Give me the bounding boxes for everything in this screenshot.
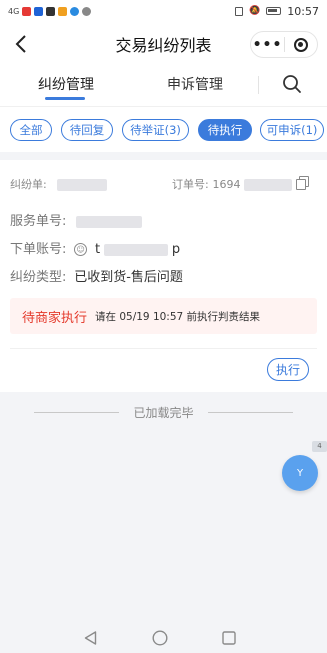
service-number-row: 服务单号:: [10, 210, 143, 229]
circle-home-icon: [152, 630, 168, 646]
target-icon: [293, 37, 308, 52]
system-recents-button[interactable]: [222, 630, 236, 649]
dispute-number-masked: [56, 178, 107, 191]
dispute-type-value: 已收到货-售后问题: [74, 270, 183, 285]
order-number-row: 订单号: 1694: [172, 176, 293, 192]
dispute-number-row: 纠纷单:: [10, 176, 107, 192]
filter-chip-pending-evidence[interactable]: 待举证(3): [122, 119, 189, 141]
system-back-button[interactable]: [84, 630, 97, 649]
more-button[interactable]: •••: [251, 37, 284, 53]
status-left-icons: 4G: [8, 6, 92, 16]
tab-bar: 纠纷管理 申诉管理: [0, 66, 327, 106]
app-notification-icon: [22, 6, 32, 16]
divider-line: [207, 411, 293, 413]
system-navigation-bar: [0, 620, 327, 653]
list-end-text: 已加载完毕: [133, 405, 194, 420]
execution-deadline-alert: 待商家执行 请在 05/19 10:57 前执行判责结果: [10, 298, 317, 334]
filter-chip-all[interactable]: 全部: [10, 119, 52, 141]
copy-icon[interactable]: [296, 176, 309, 190]
tab-dispute-management[interactable]: 纠纷管理: [38, 74, 94, 94]
search-button[interactable]: [282, 74, 302, 94]
divider-line: [34, 411, 120, 413]
filter-chip-pending-reply[interactable]: 待回复: [61, 119, 113, 141]
navigation-bar: 交易纠纷列表 •••: [0, 22, 327, 66]
app-notification-icon: [70, 6, 80, 16]
filter-chip-pending-execution[interactable]: 待执行: [198, 119, 252, 141]
order-number-label: 订单号:: [172, 178, 209, 191]
status-right-icons: 🔕 10:57: [235, 5, 319, 18]
account-label: 下单账号:: [10, 242, 67, 257]
app-notification-icon: [34, 6, 44, 16]
system-home-button[interactable]: [152, 630, 168, 650]
tab-divider: [258, 76, 259, 94]
search-icon: [283, 75, 301, 93]
order-number-visible: 1694: [212, 178, 241, 191]
close-miniprogram-button[interactable]: [285, 37, 317, 52]
account-row: 下单账号: ☺ t p: [10, 238, 180, 257]
dispute-type-label: 纠纷类型:: [10, 270, 67, 285]
app-notification-icon: [82, 6, 92, 16]
miniprogram-capsule: •••: [250, 31, 318, 58]
chat-icon[interactable]: ☺: [74, 243, 88, 256]
account-visible-end: p: [171, 242, 181, 257]
tab-appeal-management[interactable]: 申诉管理: [167, 74, 223, 94]
clock: 10:57: [287, 4, 319, 18]
square-recents-icon: [222, 631, 236, 645]
account-visible-start: t: [95, 242, 101, 257]
battery-icon: [266, 7, 282, 15]
network-indicator: 4G: [8, 6, 20, 16]
account-masked: [103, 243, 168, 256]
deadline-message: 请在 05/19 10:57 前执行判责结果: [95, 310, 261, 323]
dispute-type-row: 纠纷类型: 已收到货-售后问题: [10, 266, 183, 285]
active-tab-indicator: [45, 97, 85, 100]
filter-chip-appealable[interactable]: 可申诉(1): [260, 119, 324, 141]
mute-icon: 🔕: [249, 6, 261, 16]
app-notification-icon: [58, 6, 68, 16]
dispute-card[interactable]: 纠纷单: 订单号: 1694 服务单号: 下单账号: ☺ t p 纠纷类型: 已…: [0, 160, 327, 392]
card-divider: [10, 348, 317, 349]
status-bar: 4G 🔕 10:57: [0, 0, 327, 22]
dispute-number-label: 纠纷单:: [10, 178, 47, 191]
list-end-indicator: 已加载完毕: [0, 402, 327, 422]
status-badge: 待商家执行: [22, 310, 88, 326]
status-filter-bar: 全部 待回复 待举证(3) 待执行 可申诉(1): [0, 106, 327, 152]
app-notification-icon: [46, 6, 56, 16]
execute-button[interactable]: 执行: [267, 358, 309, 381]
service-number-label: 服务单号:: [10, 214, 67, 229]
service-number-masked: [76, 215, 143, 228]
floating-assistant-button[interactable]: Y: [282, 455, 318, 491]
order-number-masked: [244, 178, 293, 191]
triangle-back-icon: [84, 631, 97, 645]
side-tag[interactable]: 4: [312, 441, 327, 452]
nfc-icon: [235, 6, 244, 16]
